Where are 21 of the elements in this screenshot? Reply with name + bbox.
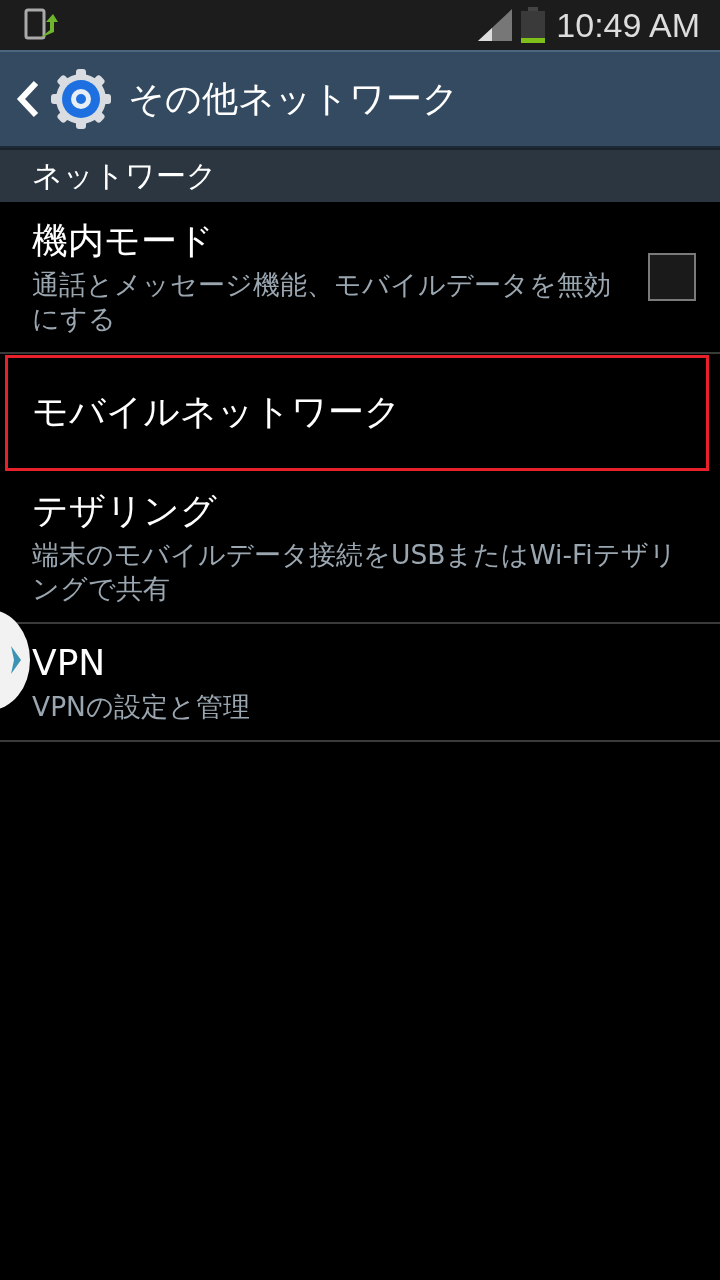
setting-item[interactable]: 機内モード 通話とメッセージ機能、モバイルデータを無効にする	[0, 202, 720, 354]
phone-upload-icon	[24, 8, 58, 42]
back-icon	[16, 80, 40, 118]
item-title: 機内モード	[32, 219, 215, 263]
item-title: テザリング	[32, 489, 218, 533]
setting-item[interactable]: テザリング 端末のモバイルデータ接続をUSBまたはWi-Fiテザリングで共有	[0, 472, 720, 624]
item-description: VPNの設定と管理	[32, 690, 251, 724]
clock-time: 10:49 AM	[556, 5, 700, 45]
chevron-icon	[10, 645, 22, 675]
battery-icon	[520, 7, 547, 43]
checkbox[interactable]	[648, 253, 696, 301]
screen-title: その他ネットワーク	[128, 76, 459, 121]
item-description: 端末のモバイルデータ接続をUSBまたはWi-Fiテザリングで共有	[32, 538, 678, 606]
highlighted-setting-item[interactable]: モバイルネットワーク	[4, 354, 710, 472]
gear-icon	[50, 68, 112, 130]
item-description: 通話とメッセージ機能、モバイルデータを無効にする	[32, 268, 612, 336]
item-title: VPN	[32, 641, 107, 685]
section-header: ネットワーク	[32, 156, 217, 195]
signal-icon	[478, 9, 513, 41]
item-title: モバイルネットワーク	[32, 390, 402, 434]
back-button[interactable]	[16, 68, 112, 130]
